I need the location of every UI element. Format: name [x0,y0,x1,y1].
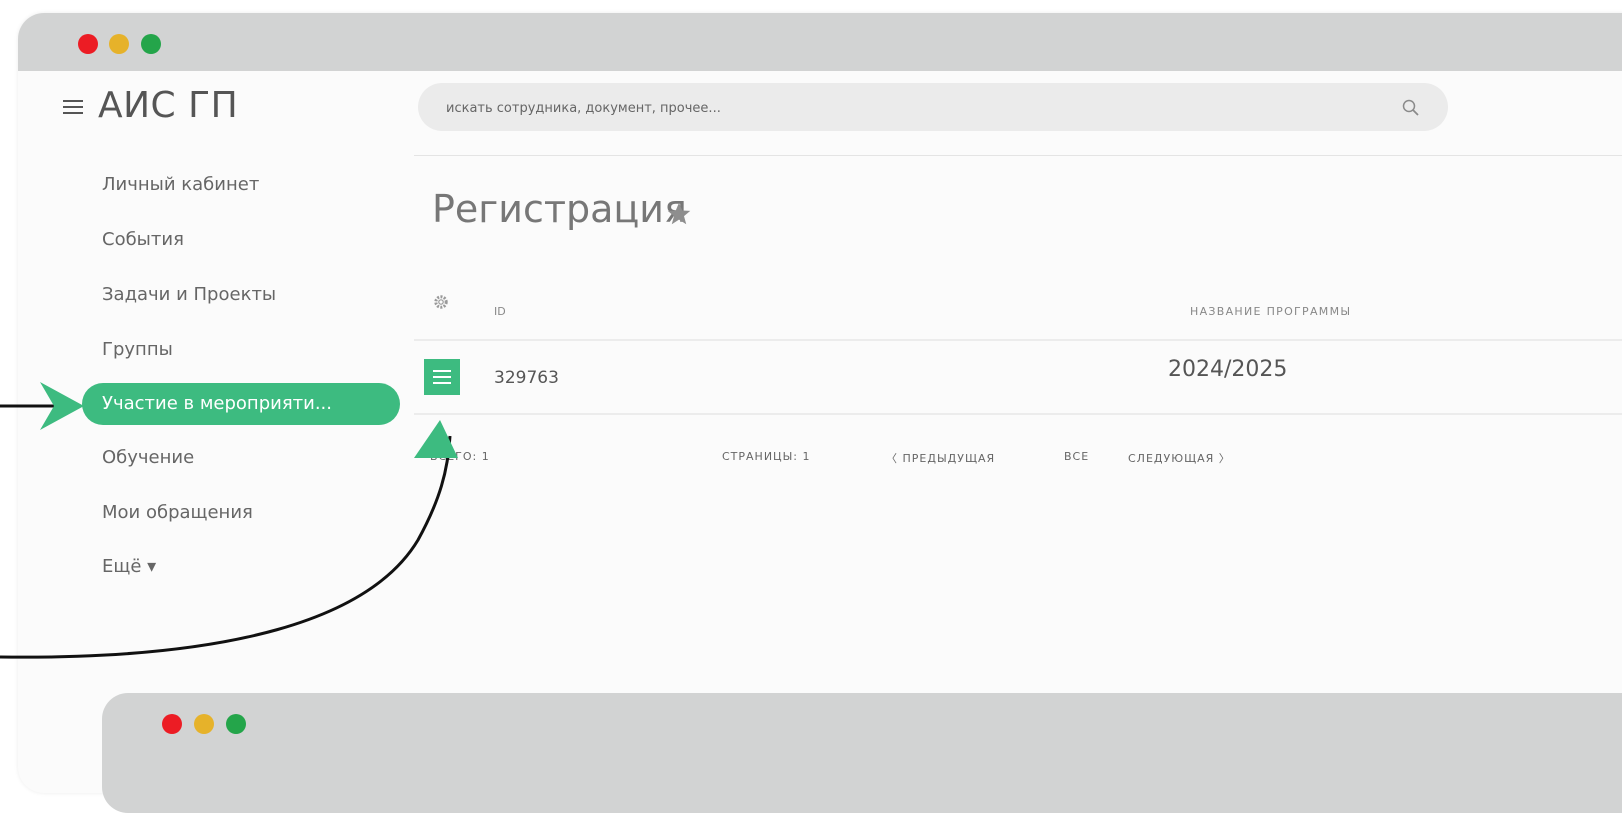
all-pages-link[interactable]: ВСЕ [1064,450,1089,463]
pages-indicator: СТРАНИЦЫ: 1 [722,450,811,463]
close-window-button[interactable] [78,34,98,54]
prev-page-link[interactable]: 〈 ПРЕДЫДУЩАЯ [886,450,995,466]
chevron-left-icon: 〈 [886,452,903,465]
sidebar-item-personal-cabinet[interactable]: Личный кабинет [102,174,259,195]
search-bar[interactable] [418,83,1448,131]
sidebar-item-more[interactable]: Ещё ▾ [102,556,156,577]
second-browser-window [102,693,1622,813]
search-icon[interactable] [1401,98,1421,118]
chevron-right-icon: 〉 [1214,452,1231,465]
sidebar-item-my-requests[interactable]: Мои обращения [102,502,253,523]
row-actions-menu-button[interactable] [424,359,460,395]
sidebar-item-training[interactable]: Обучение [102,447,194,468]
table-header-divider [414,339,1622,341]
sidebar-item-groups[interactable]: Группы [102,339,173,360]
column-header-id[interactable]: ID [494,305,506,318]
table-cell-id: 329763 [494,368,559,388]
sidebar-item-events-participation[interactable]: Участие в мероприяти... [82,383,400,425]
next-page-link[interactable]: СЛЕДУЮЩАЯ 〉 [1128,450,1231,466]
sidebar-item-events[interactable]: События [102,229,184,250]
total-count: ВСЕГО: 1 [430,450,490,463]
maximize-window-button[interactable] [226,714,246,734]
window-titlebar [18,13,1622,71]
hamburger-menu-icon[interactable] [60,94,86,118]
minimize-window-button[interactable] [194,714,214,734]
maximize-window-button[interactable] [141,34,161,54]
table-cell-program-name[interactable]: 2024/2025 [1168,357,1287,382]
sidebar-item-tasks-projects[interactable]: Задачи и Проекты [102,284,276,305]
close-window-button[interactable] [162,714,182,734]
page-title: Регистрация [432,187,687,231]
app-logo[interactable]: АИС ГП [98,85,238,126]
table-row-divider [414,413,1622,415]
header-divider [414,155,1622,156]
column-header-program-name[interactable]: НАЗВАНИЕ ПРОГРАММЫ [1190,305,1351,318]
next-page-label: СЛЕДУЮЩАЯ [1128,452,1215,465]
prev-page-label: ПРЕДЫДУЩАЯ [902,452,996,465]
browser-window: АИС ГП Личный кабинет События Задачи и П… [18,13,1622,793]
gear-icon[interactable] [432,293,450,311]
minimize-window-button[interactable] [109,34,129,54]
favorite-star-icon[interactable] [664,199,694,229]
search-input[interactable] [444,92,1348,124]
